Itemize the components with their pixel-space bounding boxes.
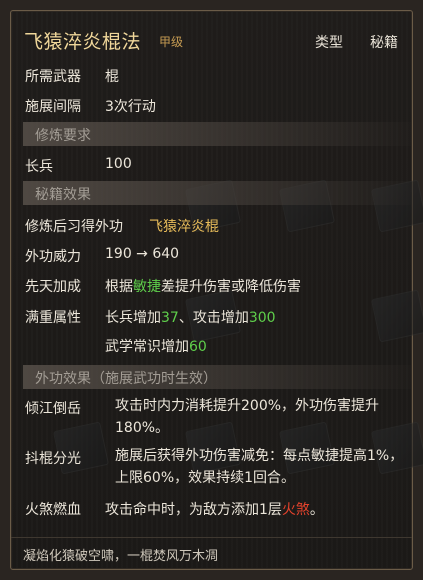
eff3-pre: 攻击命中时，为敌方添加1层 [105, 502, 282, 518]
learn-label: 修炼后习得外功 [25, 219, 123, 235]
full1-d: 300 [248, 310, 276, 326]
eff3-post: 。 [309, 502, 324, 518]
full-line-2: 武学常识增加60 [105, 336, 207, 356]
footer-divider [11, 537, 412, 538]
eff3-row: 火煞燃血 [25, 499, 81, 519]
interval-row: 施展间隔 [25, 96, 81, 116]
full2-a: 武学常识增加 [105, 339, 189, 355]
innate-value: 根据敏捷差提升伤害或降低伤害 [105, 276, 301, 296]
section-effects-label: 秘籍效果 [35, 187, 91, 203]
learn-row: 修炼后习得外功 [25, 216, 123, 236]
title-row: 飞猿淬炎棍法 甲级 类型 秘籍 [24, 27, 398, 53]
type-value: 秘籍 [370, 35, 398, 51]
weapon-value: 棍 [105, 69, 119, 85]
innate-text-post: 差提升伤害或降低伤害 [161, 279, 301, 295]
innate-row: 先天加成 [25, 276, 81, 296]
eff3-text: 攻击命中时，为敌方添加1层火煞。 [105, 499, 324, 519]
type-label: 类型 [315, 35, 343, 51]
eff3-highlight: 火煞 [281, 502, 310, 518]
full1-a: 长兵增加 [105, 310, 161, 326]
footer-quote: 凝焰化猿破空啸，一棍焚风万木凋 [23, 549, 219, 564]
interval-label: 施展间隔 [25, 99, 81, 115]
eff1-text: 攻击时内力消耗提升200%，外功伤害提升180%。 [115, 398, 380, 436]
section-effects: 秘籍效果 [23, 181, 411, 205]
item-tooltip-panel: 飞猿淬炎棍法 甲级 类型 秘籍 所需武器 棍 施展间隔 3次行动 修炼要求 长兵… [10, 10, 423, 570]
req-row: 长兵 [25, 156, 53, 176]
power-row: 外功威力 [25, 246, 81, 266]
power-value: 190 → 640 [105, 246, 180, 262]
power-label: 外功威力 [25, 249, 81, 265]
eff1-label: 倾江倒岳 [25, 401, 81, 417]
section-requirements: 修炼要求 [23, 122, 411, 146]
bg-card-icon [370, 289, 423, 343]
item-grade: 甲级 [159, 35, 184, 49]
innate-label: 先天加成 [25, 279, 81, 295]
req-value: 100 [105, 156, 132, 172]
req-label: 长兵 [25, 159, 53, 175]
eff2-text: 施展后获得外功伤害减免：每点敏捷提高1%，上限60%，效果持续1回合。 [115, 448, 404, 486]
full-line-1: 长兵增加37、攻击增加300 [105, 307, 276, 327]
full-row: 满重属性 [25, 307, 81, 327]
interval-value: 3次行动 [105, 99, 156, 115]
full2-b: 60 [189, 339, 207, 355]
innate-text-pre: 根据 [105, 279, 133, 295]
full1-c: 、攻击增加 [178, 310, 249, 326]
full-label: 满重属性 [25, 310, 81, 326]
weapon-row: 所需武器 [25, 66, 81, 86]
eff2-label: 抖棍分光 [25, 451, 81, 467]
weapon-label: 所需武器 [25, 69, 81, 85]
section-requirements-label: 修炼要求 [35, 128, 91, 144]
learn-value: 飞猿淬炎棍 [149, 219, 219, 235]
eff3-label: 火煞燃血 [25, 502, 81, 518]
full1-b: 37 [161, 310, 179, 326]
section-external-effects-label: 外功效果（施展武功时生效） [35, 371, 217, 387]
eff1-row: 倾江倒岳 [25, 398, 81, 418]
eff2-row: 抖棍分光 [25, 448, 81, 468]
innate-highlight: 敏捷 [133, 279, 161, 295]
section-external-effects: 外功效果（施展武功时生效） [23, 365, 411, 389]
item-title: 飞猿淬炎棍法 [24, 31, 142, 53]
